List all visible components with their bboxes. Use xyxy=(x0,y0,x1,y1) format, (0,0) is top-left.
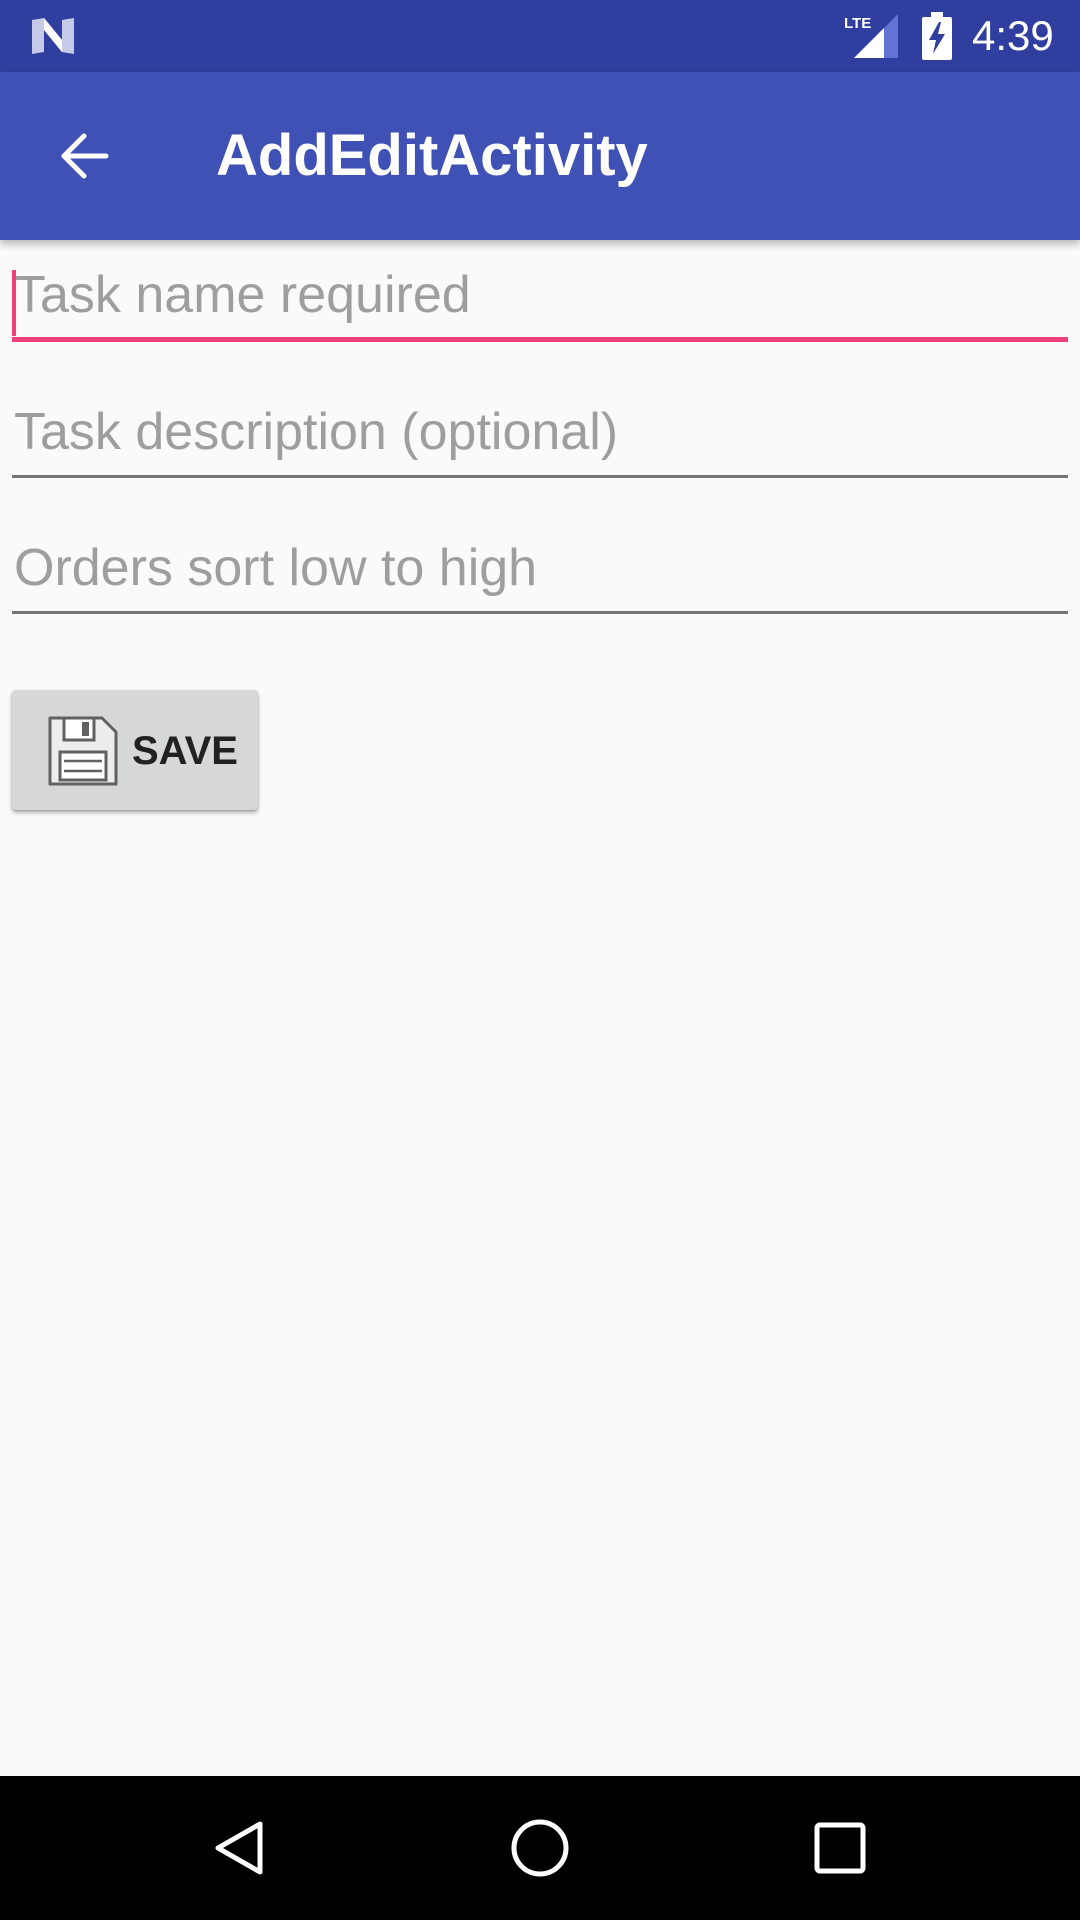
save-button[interactable]: SAVE xyxy=(12,690,258,810)
lte-signal-icon: LTE xyxy=(844,14,898,58)
sort-order-input[interactable] xyxy=(12,534,1068,614)
save-button-label: SAVE xyxy=(132,729,238,773)
task-name-input[interactable] xyxy=(12,262,1068,342)
task-description-input[interactable] xyxy=(12,398,1068,478)
recents-square-icon xyxy=(814,1822,866,1874)
navigation-bar xyxy=(0,1776,1080,1920)
back-triangle-icon xyxy=(215,1821,263,1875)
nav-recents-button[interactable] xyxy=(790,1798,890,1898)
home-circle-icon xyxy=(511,1819,569,1877)
battery-charging-icon xyxy=(922,12,952,60)
nav-back-button[interactable] xyxy=(190,1798,290,1898)
lte-label: LTE xyxy=(844,15,871,32)
add-edit-form: SAVE xyxy=(0,240,1080,1776)
nav-home-button[interactable] xyxy=(490,1798,590,1898)
status-clock: 4:39 xyxy=(972,12,1054,59)
status-bar: LTE 4:39 xyxy=(0,0,1080,72)
arrow-back-icon xyxy=(61,133,109,179)
page-title: AddEditActivity xyxy=(216,123,648,188)
back-button[interactable] xyxy=(40,112,128,200)
text-cursor xyxy=(12,270,16,336)
app-bar: AddEditActivity xyxy=(0,72,1080,240)
n-logo-icon xyxy=(32,18,74,54)
floppy-disk-icon xyxy=(48,716,118,786)
